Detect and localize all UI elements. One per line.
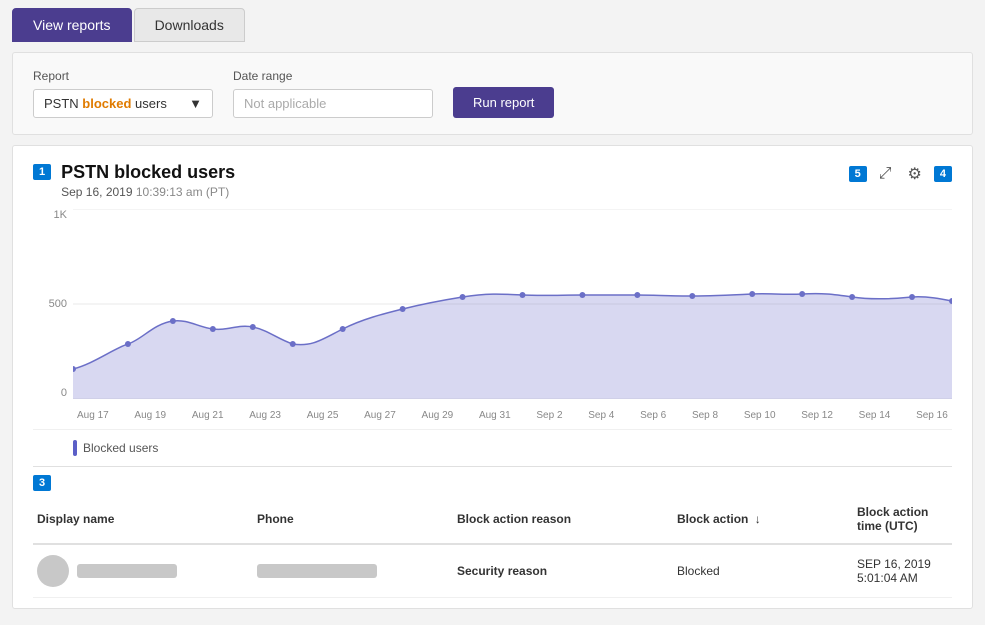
x-label-aug23: Aug 23 bbox=[249, 410, 281, 421]
x-label-sep12: Sep 12 bbox=[801, 410, 833, 421]
x-label-sep6: Sep 6 bbox=[640, 410, 666, 421]
chart-svg bbox=[73, 209, 952, 399]
sort-icon: ↓ bbox=[755, 512, 761, 526]
tab-view-reports[interactable]: View reports bbox=[12, 8, 132, 42]
badge-1: 1 bbox=[33, 164, 51, 180]
tab-bar: View reports Downloads bbox=[0, 0, 985, 42]
th-block-action[interactable]: Block action ↓ bbox=[673, 504, 853, 534]
td-phone bbox=[253, 556, 453, 586]
chart-area: 1K 500 0 bbox=[33, 209, 952, 429]
badge-4[interactable]: 4 bbox=[934, 166, 952, 182]
table-section: 3 Display name Phone Block action reason… bbox=[33, 466, 952, 608]
x-axis-labels: Aug 17 Aug 19 Aug 21 Aug 23 Aug 25 Aug 2… bbox=[73, 401, 952, 429]
date-range-input[interactable]: Not applicable bbox=[233, 89, 433, 118]
x-label-sep14: Sep 14 bbox=[859, 410, 891, 421]
report-date: Sep 16, 2019 10:39:13 am (PT) bbox=[61, 185, 235, 199]
x-label-sep2: Sep 2 bbox=[536, 410, 562, 421]
gear-icon[interactable]: ⚙ bbox=[904, 162, 926, 186]
report-select-value: PSTN blocked users bbox=[44, 96, 167, 111]
x-label-sep16: Sep 16 bbox=[916, 410, 948, 421]
report-actions: 5 ⤢ ⚙ 4 bbox=[849, 162, 952, 186]
report-value-suffix: users bbox=[131, 96, 166, 111]
x-label-aug19: Aug 19 bbox=[134, 410, 166, 421]
table-row: Security reason Blocked SEP 16, 2019 5:0… bbox=[33, 545, 952, 598]
x-label-aug21: Aug 21 bbox=[192, 410, 224, 421]
run-report-button[interactable]: Run report bbox=[453, 87, 554, 118]
x-label-sep8: Sep 8 bbox=[692, 410, 718, 421]
th-phone[interactable]: Phone bbox=[253, 504, 453, 534]
legend-color-bar bbox=[73, 440, 77, 456]
badge-5[interactable]: 5 bbox=[849, 166, 867, 182]
report-value-prefix: PSTN bbox=[44, 96, 82, 111]
user-name-blur bbox=[77, 564, 177, 578]
chart-legend: Blocked users bbox=[33, 429, 952, 466]
phone-blur bbox=[257, 564, 377, 578]
expand-icon[interactable]: ⤢ bbox=[875, 163, 896, 185]
report-select[interactable]: PSTN blocked users ▼ bbox=[33, 89, 213, 118]
filter-panel: Report PSTN blocked users ▼ Date range N… bbox=[12, 52, 973, 135]
th-block-action-reason[interactable]: Block action reason bbox=[453, 504, 673, 534]
avatar bbox=[37, 555, 69, 587]
table-header-row: Display name Phone Block action reason B… bbox=[33, 495, 952, 545]
badge-3: 3 bbox=[33, 475, 51, 491]
y-label-0: 0 bbox=[61, 387, 67, 399]
td-block-action: Blocked bbox=[673, 556, 853, 586]
date-range-filter-group: Date range Not applicable bbox=[233, 69, 433, 118]
report-label: Report bbox=[33, 69, 213, 83]
filter-row: Report PSTN blocked users ▼ Date range N… bbox=[33, 69, 952, 118]
report-header: 1 PSTN blocked users Sep 16, 2019 10:39:… bbox=[33, 162, 952, 199]
x-label-aug27: Aug 27 bbox=[364, 410, 396, 421]
td-display-name bbox=[33, 547, 253, 595]
y-label-1k: 1K bbox=[54, 209, 67, 221]
report-title-date: PSTN blocked users Sep 16, 2019 10:39:13… bbox=[61, 162, 235, 199]
x-label-sep4: Sep 4 bbox=[588, 410, 614, 421]
x-label-aug31: Aug 31 bbox=[479, 410, 511, 421]
report-card: 1 PSTN blocked users Sep 16, 2019 10:39:… bbox=[12, 145, 973, 609]
td-block-action-time: SEP 16, 2019 5:01:04 AM bbox=[853, 549, 952, 593]
report-title-block: 1 PSTN blocked users Sep 16, 2019 10:39:… bbox=[33, 162, 235, 199]
td-block-action-reason: Security reason bbox=[453, 556, 673, 586]
x-label-aug25: Aug 25 bbox=[307, 410, 339, 421]
x-label-aug29: Aug 29 bbox=[422, 410, 454, 421]
th-block-action-time[interactable]: Block action time (UTC) bbox=[853, 497, 952, 541]
y-axis-labels: 1K 500 0 bbox=[33, 209, 73, 399]
chevron-down-icon: ▼ bbox=[189, 96, 202, 111]
legend-label: Blocked users bbox=[83, 441, 158, 455]
y-label-500: 500 bbox=[49, 298, 67, 310]
tab-downloads[interactable]: Downloads bbox=[134, 8, 245, 42]
date-range-label: Date range bbox=[233, 69, 433, 83]
th-display-name[interactable]: Display name bbox=[33, 504, 253, 534]
report-filter-group: Report PSTN blocked users ▼ bbox=[33, 69, 213, 118]
report-title: PSTN blocked users bbox=[61, 162, 235, 183]
x-label-aug17: Aug 17 bbox=[77, 410, 109, 421]
report-value-highlight: blocked bbox=[82, 96, 131, 111]
x-label-sep10: Sep 10 bbox=[744, 410, 776, 421]
